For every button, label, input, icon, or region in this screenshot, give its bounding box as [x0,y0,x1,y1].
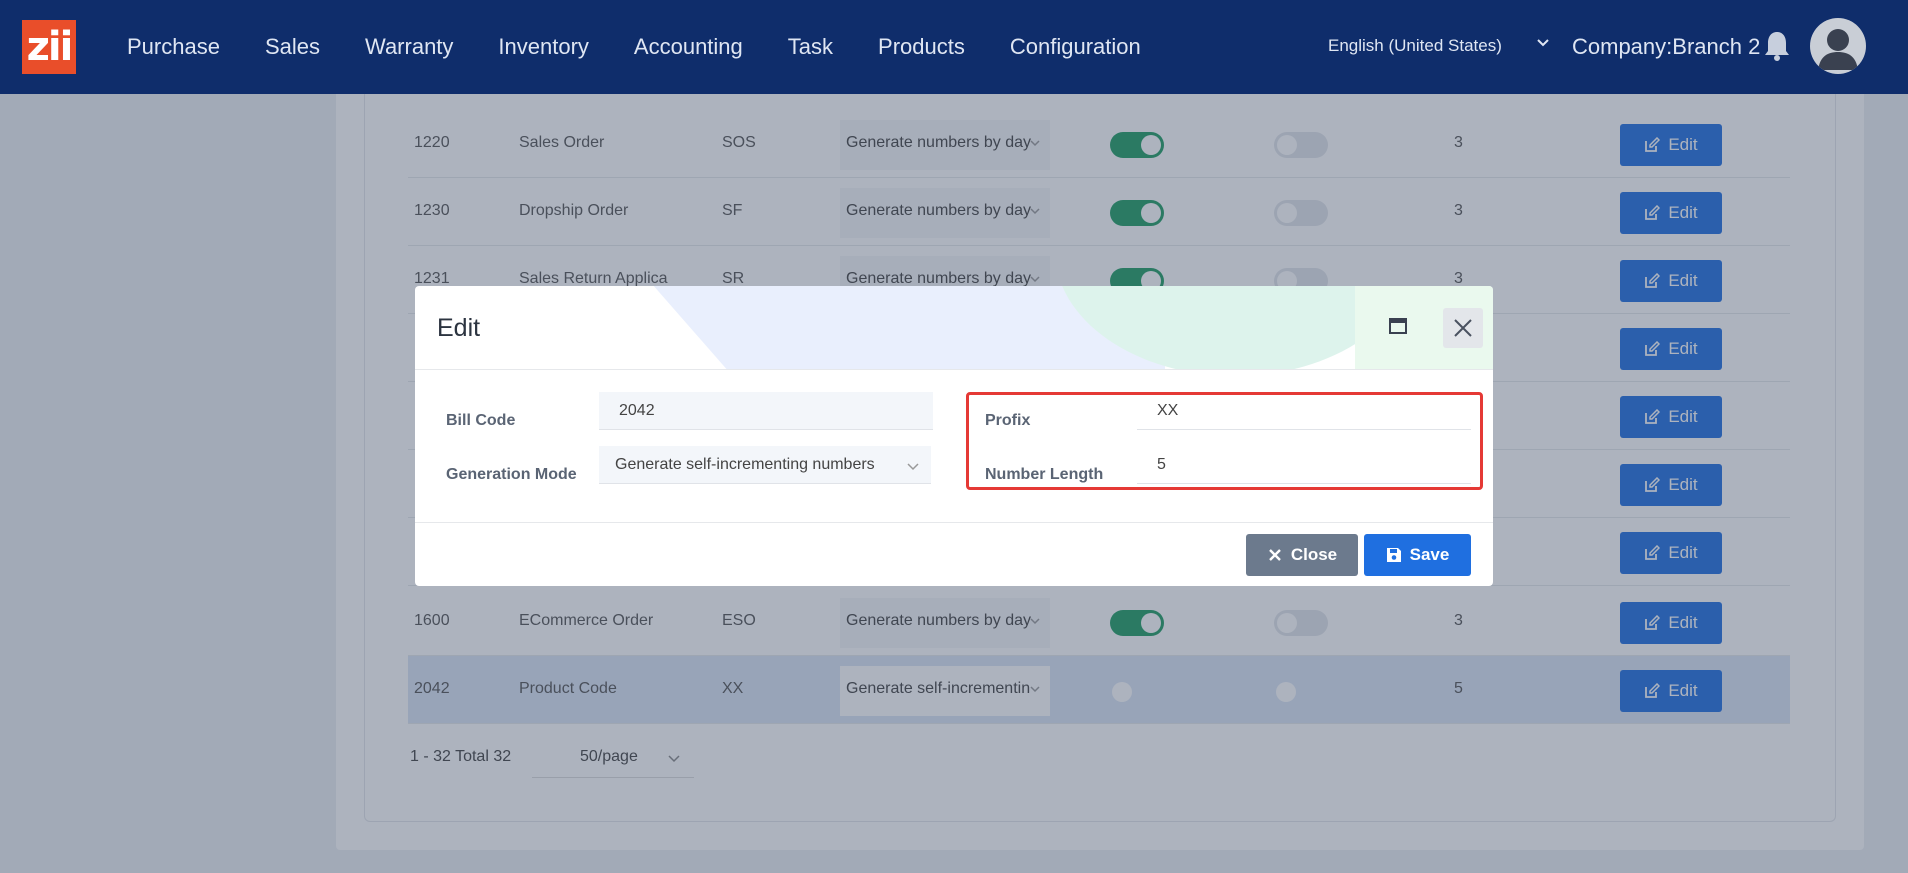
close-button-label: Close [1290,545,1338,564]
close-icon [1454,319,1472,337]
main-nav: Purchase Sales Warranty Inventory Accoun… [127,0,1186,94]
save-icon [1386,548,1401,562]
bell-icon[interactable] [1762,30,1792,62]
nav-warranty[interactable]: Warranty [365,34,453,60]
top-navbar: zii Purchase Sales Warranty Inventory Ac… [0,0,1908,94]
chevron-down-icon [907,463,919,471]
save-button[interactable]: Save [1364,534,1471,576]
dialog-close-button[interactable] [1443,308,1483,348]
prefix-value: XX [1157,402,1179,419]
chevron-down-icon[interactable] [1536,36,1550,50]
dialog-title: Edit [437,314,481,342]
bill-code-field[interactable]: 2042 [599,392,933,430]
nav-inventory[interactable]: Inventory [498,34,589,60]
maximize-icon[interactable] [1389,318,1407,334]
number-length-label: Number Length [985,466,1104,483]
bill-code-label: Bill Code [446,412,516,429]
bill-code-value: 2042 [619,402,655,419]
generation-mode-label: Generation Mode [446,466,577,483]
number-length-value: 5 [1157,456,1166,473]
nav-purchase[interactable]: Purchase [127,34,220,60]
nav-configuration[interactable]: Configuration [1010,34,1141,60]
generation-mode-value: Generate self-incrementing numbers [615,456,875,473]
language-select[interactable]: English (United States) [1328,36,1502,56]
prefix-field[interactable]: XX [1137,392,1471,430]
app-logo[interactable]: zii [22,20,76,74]
edit-dialog: Edit Bill Code 2042 Generation Mode Gene… [415,286,1493,586]
company-label[interactable]: Company:Branch 2 [1572,34,1760,60]
close-button[interactable]: Close [1246,534,1358,576]
prefix-label: Profix [985,412,1031,429]
nav-products[interactable]: Products [878,34,965,60]
number-length-field[interactable]: 5 [1137,446,1471,484]
generation-mode-select[interactable]: Generate self-incrementing numbers [599,446,931,484]
dialog-header: Edit [415,286,1493,370]
nav-accounting[interactable]: Accounting [634,34,743,60]
nav-task[interactable]: Task [788,34,833,60]
avatar[interactable] [1810,18,1866,74]
dialog-divider [415,522,1493,523]
close-icon [1268,549,1281,561]
save-button-label: Save [1409,545,1450,564]
nav-sales[interactable]: Sales [265,34,320,60]
